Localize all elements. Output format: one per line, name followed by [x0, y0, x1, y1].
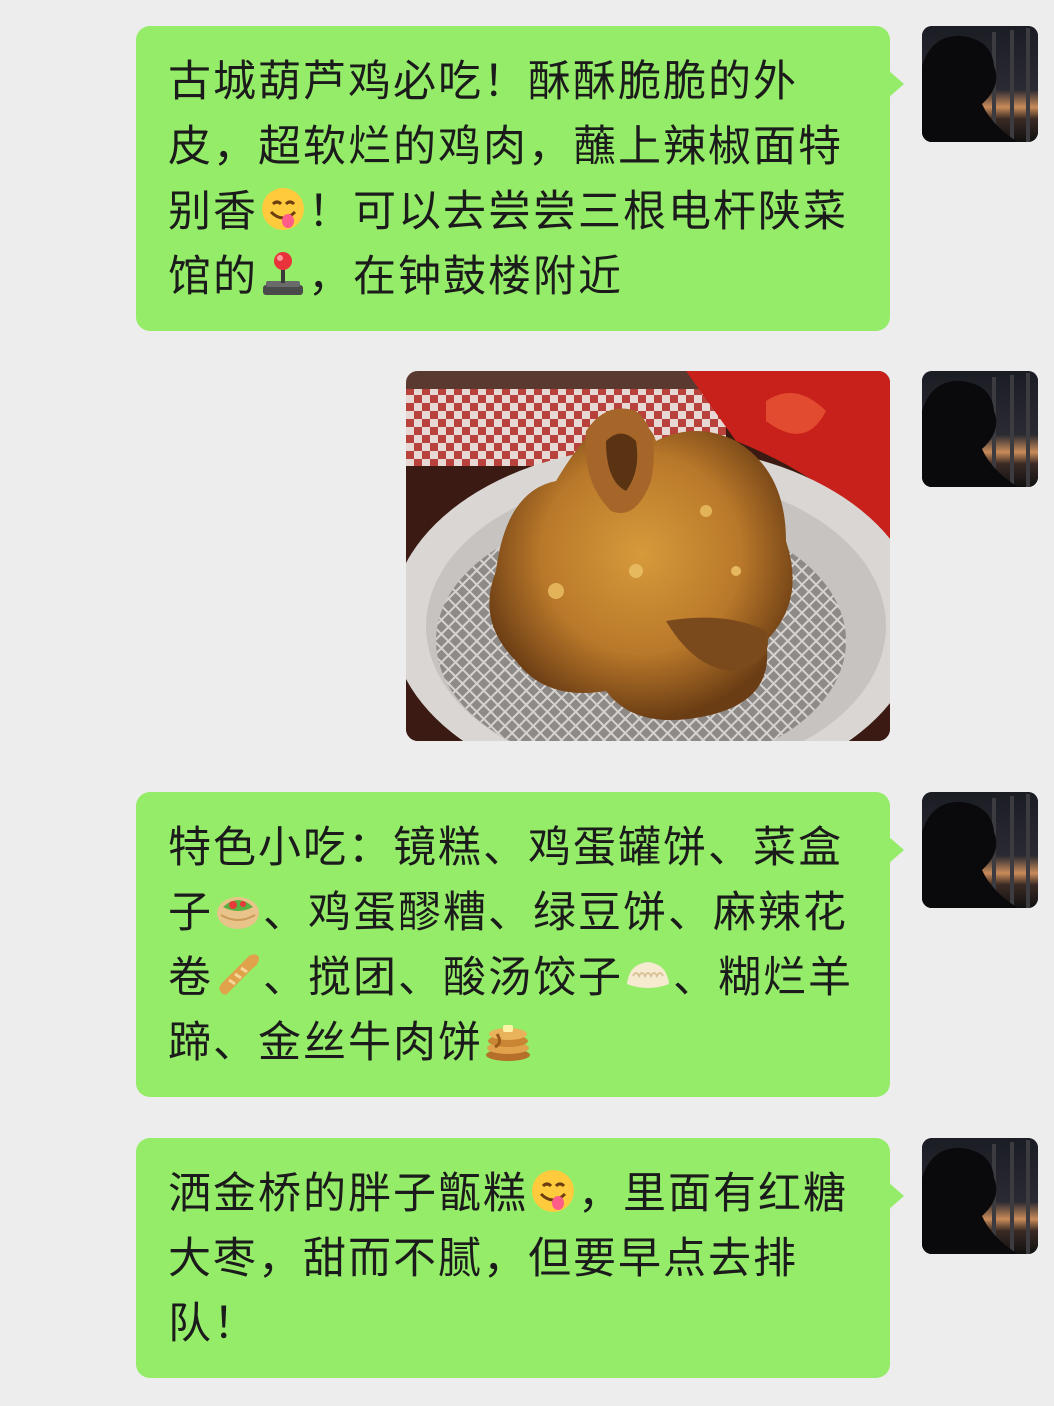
avatar-photo-icon: [922, 371, 1038, 487]
message-row: 洒金桥的胖子甑糕 ，里面有红糖大枣，甜而不腻，但要早点去排队！: [136, 1138, 1038, 1378]
face-savoring-food-emoji: [532, 1170, 574, 1212]
message-bubble[interactable]: 特色小吃：镜糕、鸡蛋罐饼、菜盒子 、鸡蛋醪糟、绿豆饼、麻辣花卷 、搅团、酸汤饺子 、糊…: [136, 792, 904, 1097]
avatar[interactable]: [922, 371, 1038, 487]
message-text: 古城葫芦鸡必吃！酥酥脆脆的外皮，超软烂的鸡肉，蘸上辣椒面特别香 ！可以去尝尝三根电…: [168, 57, 848, 302]
message-text: 洒金桥的胖子甑糕 ，里面有红糖大枣，甜而不腻，但要早点去排队！: [168, 1162, 858, 1357]
message-bubble[interactable]: 洒金桥的胖子甑糕 ，里面有红糖大枣，甜而不腻，但要早点去排队！: [136, 1138, 904, 1378]
avatar[interactable]: [922, 1138, 1038, 1254]
face-savoring-food-emoji: [262, 188, 304, 230]
baguette-emoji: [219, 954, 259, 995]
avatar-photo-icon: [922, 1138, 1038, 1254]
chat-image[interactable]: [406, 371, 890, 741]
joystick-emoji: [263, 252, 303, 295]
avatar[interactable]: [922, 792, 1038, 908]
avatar[interactable]: [922, 26, 1038, 142]
message-text: 特色小吃：镜糕、鸡蛋罐饼、菜盒子 、鸡蛋醪糟、绿豆饼、麻辣花卷 、搅团、酸汤饺子 、糊…: [168, 823, 853, 1068]
fried-chicken-photo-icon: [406, 371, 890, 741]
avatar-photo-icon: [922, 792, 1038, 908]
message-row: [406, 371, 1038, 741]
message-row: 古城葫芦鸡必吃！酥酥脆脆的外皮，超软烂的鸡肉，蘸上辣椒面特别香 ！可以去尝尝三根电…: [136, 26, 1038, 331]
message-row: 特色小吃：镜糕、鸡蛋罐饼、菜盒子 、鸡蛋醪糟、绿豆饼、麻辣花卷 、搅团、酸汤饺子 、糊…: [136, 792, 1038, 1097]
stuffed-flatbread-emoji: [217, 897, 259, 929]
avatar-photo-icon: [922, 26, 1038, 142]
message-bubble[interactable]: 古城葫芦鸡必吃！酥酥脆脆的外皮，超软烂的鸡肉，蘸上辣椒面特别香 ！可以去尝尝三根电…: [136, 26, 904, 331]
dumpling-emoji: [627, 962, 669, 988]
pancakes-emoji: [486, 1025, 530, 1061]
